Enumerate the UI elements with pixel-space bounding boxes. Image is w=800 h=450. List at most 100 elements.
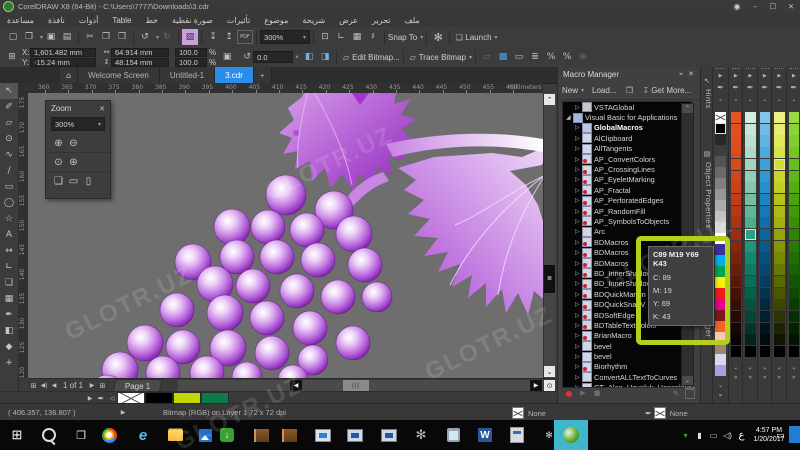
coreldraw-taskbar-icon[interactable] [554, 420, 588, 450]
transparency-tool[interactable]: ▦ [0, 291, 18, 307]
macro-item-AP_SymbolsToObjects[interactable]: ▷ AP_SymbolsToObjects [563, 216, 691, 227]
add-page-icon[interactable]: ⊞ [28, 382, 39, 390]
macro-item-bevel[interactable]: ▷ bevel [563, 341, 691, 352]
color-swatch[interactable] [715, 343, 726, 354]
color-swatch[interactable] [788, 346, 799, 358]
color-swatch[interactable] [730, 240, 741, 252]
color-swatch[interactable] [715, 145, 726, 156]
color-swatch[interactable] [745, 170, 756, 182]
palette-scroll-up-icon[interactable]: ⌃ [772, 99, 787, 106]
delete-macro-icon[interactable] [683, 387, 697, 399]
color-swatch[interactable] [788, 182, 799, 194]
color-swatch[interactable] [788, 322, 799, 334]
publish-pdf-icon[interactable]: PDF [237, 30, 254, 44]
color-swatch[interactable] [745, 310, 756, 323]
color-swatch[interactable] [745, 334, 756, 346]
task-view-button[interactable]: ❐ [66, 420, 96, 450]
macro-item-AP_Fractal[interactable]: ▷ AP_Fractal [563, 185, 691, 196]
new-document-icon[interactable]: ▢ [5, 29, 21, 45]
menu-خط[interactable]: خط [138, 13, 165, 27]
color-swatch[interactable] [730, 158, 741, 170]
palette-grip[interactable] [731, 68, 740, 71]
macro-item-bevel[interactable]: ▷ bevel [563, 351, 691, 362]
color-swatch[interactable] [745, 299, 756, 311]
color-swatch[interactable] [774, 334, 785, 346]
color-swatch[interactable] [715, 211, 726, 222]
macro-item-GlobalMacros[interactable]: ▷ GlobalMacros [563, 122, 691, 133]
macro-item-Arc[interactable]: ▷ Arc [563, 226, 691, 237]
tray-battery-icon[interactable]: ▮ [693, 420, 706, 450]
color-swatch[interactable] [730, 123, 741, 135]
scroll-down-button[interactable]: ⌄ [544, 366, 555, 377]
palette-more-icon[interactable]: » [713, 392, 728, 399]
color-swatch[interactable] [730, 135, 741, 147]
color-swatch[interactable] [788, 229, 799, 241]
palette-more-icon[interactable]: » [787, 374, 800, 381]
palette-eyedropper-icon[interactable]: ✒ [743, 83, 758, 92]
next-page-icon[interactable]: ▶ [87, 382, 97, 389]
color-swatch[interactable] [745, 322, 756, 334]
color-swatch[interactable] [774, 240, 785, 252]
import-icon[interactable]: ↧ [205, 29, 221, 45]
messaging-app-icon[interactable] [308, 420, 338, 450]
color-swatch[interactable] [788, 240, 799, 252]
color-swatch[interactable] [730, 299, 741, 311]
color-swatch[interactable] [745, 123, 756, 135]
color-swatch[interactable] [745, 252, 756, 264]
color-swatch[interactable] [715, 288, 726, 299]
color-swatch[interactable] [715, 277, 726, 288]
color-swatch[interactable] [730, 147, 741, 159]
macro-item-AP_ConvertColors[interactable]: ▷ AP_ConvertColors [563, 154, 691, 165]
start-button[interactable]: ⊞ [2, 420, 32, 450]
color-swatch[interactable] [788, 193, 799, 206]
menu-ملف[interactable]: ملف [397, 13, 426, 27]
color-swatch[interactable] [774, 287, 785, 299]
new-document-tab[interactable]: + [253, 67, 272, 83]
color-swatch[interactable] [715, 189, 726, 200]
macro-item-BrianMacro[interactable]: ▷ BrianMacro [563, 330, 691, 341]
color-swatch[interactable] [774, 158, 785, 170]
color-swatch[interactable] [730, 275, 741, 287]
zoom-level-select[interactable]: 300% ▾ [51, 117, 105, 131]
color-swatch[interactable] [745, 135, 756, 147]
color-swatch[interactable] [759, 182, 770, 194]
drop-shadow-tool[interactable]: ❏ [0, 275, 18, 291]
color-swatch[interactable] [759, 287, 770, 299]
color-swatch[interactable] [774, 310, 785, 323]
color-swatch[interactable] [774, 322, 785, 334]
color-swatch[interactable] [788, 147, 799, 159]
color-swatch[interactable] [774, 135, 785, 147]
color-swatch[interactable] [715, 244, 726, 255]
palette-scroll-up-icon[interactable]: ⌃ [729, 99, 744, 106]
color-swatch[interactable] [730, 182, 741, 194]
color-swatch[interactable] [745, 112, 756, 124]
status-flyout-icon[interactable]: ▶ [113, 409, 133, 416]
color-swatch[interactable] [715, 123, 726, 134]
file-explorer-icon[interactable] [160, 420, 190, 450]
scroll-left-button[interactable]: ◀ [290, 380, 302, 391]
palette-scroll-down-icon[interactable]: ⌄ [758, 364, 773, 371]
macro-tree[interactable]: ▷ VSTAGlobal ◢ Visual Basic for Application… [562, 101, 692, 388]
palette-eyedropper-icon[interactable]: ✒ [758, 83, 773, 92]
color-swatch[interactable] [745, 182, 756, 194]
export-icon[interactable]: ↥ [221, 29, 237, 45]
docker-close-icon[interactable]: ✕ [686, 70, 696, 78]
color-swatch[interactable] [730, 252, 741, 264]
search-content-icon[interactable]: ▨ [182, 29, 199, 45]
horizontal-scroll-thumb[interactable]: ||| [343, 380, 369, 391]
resample-icon[interactable]: ▩ [495, 49, 511, 65]
menu-أدوات[interactable]: أدوات [72, 13, 105, 27]
color-swatch[interactable] [759, 240, 770, 252]
zoom-all-objects-icon[interactable]: ⊛ [66, 155, 81, 169]
height-field[interactable]: 48.154 mm [111, 57, 169, 67]
document-tab-Welcome Screen[interactable]: Welcome Screen [78, 67, 160, 83]
copy-icon[interactable]: ❐ [98, 29, 114, 45]
color-swatch[interactable] [788, 170, 799, 182]
color-swatch[interactable] [715, 233, 726, 244]
open-icon[interactable]: ❐ [21, 29, 37, 45]
macro-tree-scrollbar[interactable]: ⌃ ⌄ [681, 103, 694, 386]
color-swatch[interactable] [774, 147, 785, 159]
palette-scroll-up-icon[interactable]: ⌃ [787, 99, 800, 106]
color-swatch[interactable] [715, 255, 726, 266]
redo-icon[interactable]: ↻ [159, 29, 175, 45]
